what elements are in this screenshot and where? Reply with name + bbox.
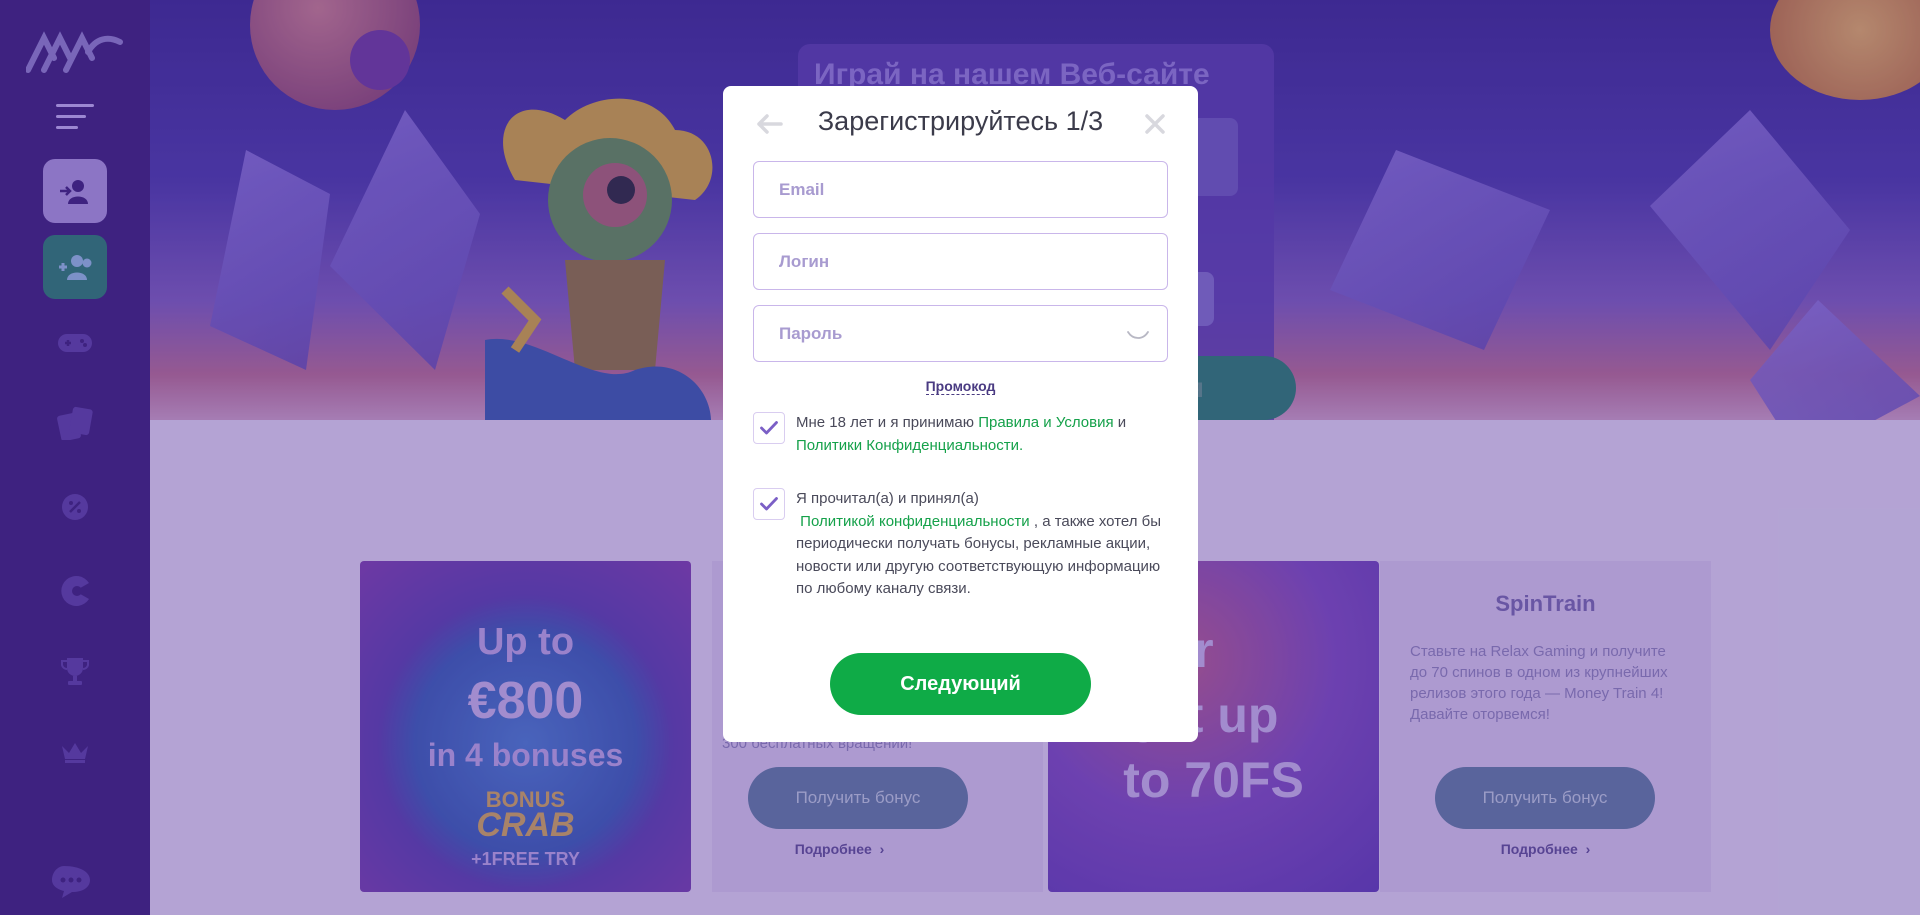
password-field [753, 305, 1168, 362]
close-icon[interactable] [1139, 108, 1171, 140]
promo-code-link[interactable]: Промокод [925, 378, 996, 395]
eye-icon[interactable] [1127, 326, 1149, 342]
checkmark-icon [760, 421, 778, 435]
promo-code-row: Промокод [723, 378, 1198, 395]
checkmark-icon [760, 497, 778, 511]
age-terms-checkbox[interactable] [753, 412, 785, 444]
marketing-consent-text: Я прочитал(а) и принял(а) Политикой конф… [796, 488, 1176, 601]
privacy-policy-link[interactable]: Политики Конфиденциальности. [796, 437, 1023, 454]
login-field [753, 233, 1168, 290]
email-input[interactable] [754, 162, 1167, 217]
login-input[interactable] [754, 234, 1167, 289]
consent1-prefix: Мне 18 лет и я принимаю [796, 414, 979, 431]
next-button[interactable]: Следующий [830, 653, 1091, 715]
terms-link[interactable]: Правила и Условия [978, 414, 1113, 431]
consent1-middle: и [1113, 414, 1127, 431]
email-field [753, 161, 1168, 218]
registration-modal: Зарегистрируйтесь 1/3 Промокод Мне 18 ле… [723, 86, 1198, 742]
password-input[interactable] [754, 306, 1167, 361]
consent2-prefix: Я прочитал(а) и принял(а) [796, 490, 979, 507]
marketing-consent-checkbox[interactable] [753, 488, 785, 520]
privacy-policy-link-2[interactable]: Политикой конфиденциальности [800, 513, 1030, 530]
modal-title: Зарегистрируйтесь 1/3 [817, 106, 1104, 136]
age-terms-consent-text: Мне 18 лет и я принимаю Правила и Услови… [796, 412, 1176, 457]
